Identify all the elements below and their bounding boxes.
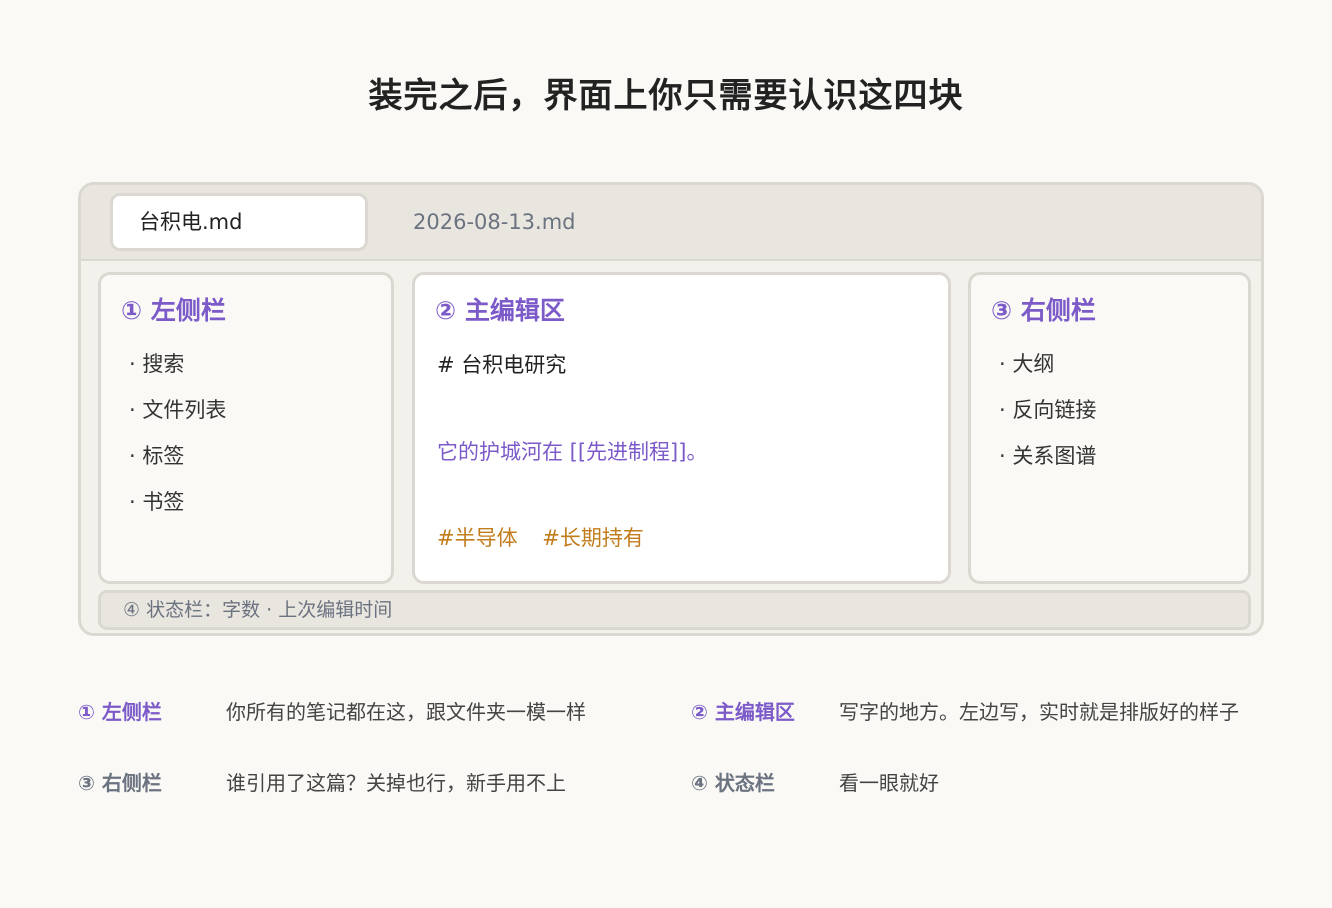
legend-label: ③ 右侧栏 bbox=[78, 771, 162, 795]
legend-desc: 你所有的笔记都在这，跟文件夹一模一样 bbox=[226, 700, 586, 724]
status-bar: ④ 状态栏：字数 · 上次编辑时间 bbox=[98, 590, 1251, 630]
left-sidebar-title: ① 左侧栏 bbox=[121, 296, 226, 325]
sidebar-item-outline[interactable]: · 大纲 bbox=[999, 347, 1096, 393]
tab-inactive[interactable]: 2026-08-13.md bbox=[413, 193, 576, 251]
tag-long-term-hold[interactable]: #长期持有 bbox=[542, 526, 644, 550]
legend-label: ② 主编辑区 bbox=[691, 700, 795, 724]
tab-active[interactable]: 台积电.md bbox=[110, 193, 368, 251]
legend-label: ④ 状态栏 bbox=[691, 771, 775, 795]
sidebar-item-graph[interactable]: · 关系图谱 bbox=[999, 439, 1096, 485]
legend-desc: 谁引用了这篇？关掉也行，新手用不上 bbox=[226, 771, 566, 795]
sidebar-item-bookmarks[interactable]: · 书签 bbox=[129, 485, 226, 531]
sidebar-item-search[interactable]: · 搜索 bbox=[129, 347, 226, 393]
markdown-heading: # 台积电研究 bbox=[437, 353, 567, 377]
sidebar-item-backlinks[interactable]: · 反向链接 bbox=[999, 393, 1096, 439]
legend-desc: 写字的地方。左边写，实时就是排版好的样子 bbox=[839, 700, 1239, 724]
right-sidebar-items: · 大纲 · 反向链接 · 关系图谱 bbox=[999, 347, 1096, 485]
right-sidebar-panel: ③ 右侧栏 · 大纲 · 反向链接 · 关系图谱 bbox=[968, 272, 1251, 584]
left-sidebar-items: · 搜索 · 文件列表 · 标签 · 书签 bbox=[129, 347, 226, 531]
tag-semiconductor[interactable]: #半导体 bbox=[437, 526, 518, 550]
page-title: 装完之后，界面上你只需要认识这四块 bbox=[368, 76, 964, 116]
sidebar-item-file-list[interactable]: · 文件列表 bbox=[129, 393, 226, 439]
right-sidebar-title: ③ 右侧栏 bbox=[991, 296, 1096, 325]
markdown-link-line[interactable]: 它的护城河在 [[先进制程]]。 bbox=[437, 436, 707, 466]
legend-label: ① 左侧栏 bbox=[78, 700, 162, 724]
app-window-mockup: 台积电.md 2026-08-13.md ① 左侧栏 · 搜索 · 文件列表 ·… bbox=[78, 182, 1264, 636]
tab-bar: 台积电.md 2026-08-13.md bbox=[81, 185, 1261, 261]
legend-desc: 看一眼就好 bbox=[839, 771, 939, 795]
main-editor-title: ② 主编辑区 bbox=[435, 296, 565, 325]
sidebar-item-tags[interactable]: · 标签 bbox=[129, 439, 226, 485]
left-sidebar-panel: ① 左侧栏 · 搜索 · 文件列表 · 标签 · 书签 bbox=[98, 272, 394, 584]
main-editor-panel[interactable]: ② 主编辑区 # 台积电研究 它的护城河在 [[先进制程]]。 #半导体 #长期… bbox=[412, 272, 951, 584]
markdown-tags: #半导体 #长期持有 bbox=[437, 522, 662, 552]
